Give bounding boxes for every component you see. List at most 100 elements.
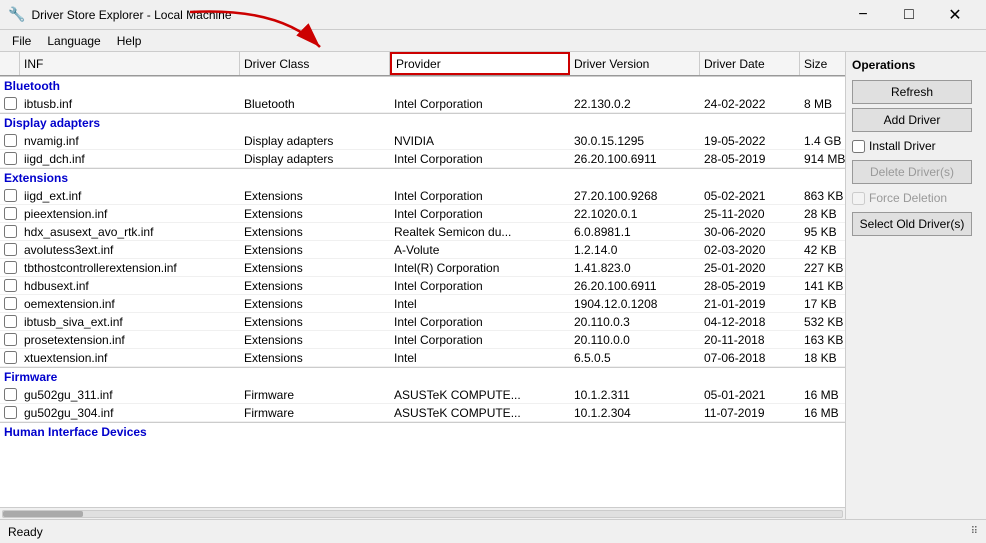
- window-controls: − □ ✕: [840, 0, 978, 30]
- table-row[interactable]: nvamig.infDisplay adaptersNVIDIA30.0.15.…: [0, 132, 845, 150]
- driver-class-cell: Display adapters: [240, 150, 390, 167]
- driver-class-cell: Extensions: [240, 331, 390, 348]
- row-checkbox[interactable]: [4, 279, 17, 292]
- inf-cell: avolutess3ext.inf: [20, 241, 240, 258]
- table-row[interactable]: pieextension.infExtensionsIntel Corporat…: [0, 205, 845, 223]
- provider-cell: Intel(R) Corporation: [390, 259, 570, 276]
- horizontal-scrollbar[interactable]: [0, 507, 845, 519]
- add-driver-button[interactable]: Add Driver: [852, 108, 972, 132]
- driver-version-cell: 20.110.0.0: [570, 331, 700, 348]
- provider-cell: Intel Corporation: [390, 95, 570, 112]
- driver-version-cell: 10.1.2.311: [570, 386, 700, 403]
- maximize-button[interactable]: □: [886, 0, 932, 30]
- window-title: Driver Store Explorer - Local Machine: [31, 8, 840, 22]
- menu-file[interactable]: File: [4, 32, 39, 50]
- row-checkbox[interactable]: [4, 207, 17, 220]
- provider-cell: Intel Corporation: [390, 187, 570, 204]
- provider-cell: Intel Corporation: [390, 313, 570, 330]
- table-row[interactable]: tbthostcontrollerextension.infExtensions…: [0, 259, 845, 277]
- driver-date-cell: 28-05-2019: [700, 277, 800, 294]
- driver-date-cell: 30-06-2020: [700, 223, 800, 240]
- driver-version-cell: 26.20.100.6911: [570, 277, 700, 294]
- inf-cell: ibtusb_siva_ext.inf: [20, 313, 240, 330]
- driver-version-cell: 22.130.0.2: [570, 95, 700, 112]
- provider-cell: Intel: [390, 295, 570, 312]
- driver-version-cell: 30.0.15.1295: [570, 132, 700, 149]
- driver-version-cell: 1.41.823.0: [570, 259, 700, 276]
- row-checkbox[interactable]: [4, 152, 17, 165]
- table-row[interactable]: hdbusext.infExtensionsIntel Corporation2…: [0, 277, 845, 295]
- row-checkbox[interactable]: [4, 297, 17, 310]
- row-checkbox[interactable]: [4, 243, 17, 256]
- delete-drivers-button[interactable]: Delete Driver(s): [852, 160, 972, 184]
- driver-date-cell: 24-02-2022: [700, 95, 800, 112]
- title-bar: 🔧 Driver Store Explorer - Local Machine …: [0, 0, 986, 30]
- force-deletion-checkbox[interactable]: [852, 192, 865, 205]
- install-driver-checkbox[interactable]: [852, 140, 865, 153]
- col-driver-date[interactable]: Driver Date: [700, 52, 800, 75]
- table-row[interactable]: hdx_asusext_avo_rtk.infExtensionsRealtek…: [0, 223, 845, 241]
- size-cell: 42 KB: [800, 241, 845, 258]
- inf-cell: oemextension.inf: [20, 295, 240, 312]
- force-deletion-label[interactable]: Force Deletion: [869, 191, 947, 205]
- size-cell: 16 MB: [800, 404, 845, 421]
- table-row[interactable]: oemextension.infExtensionsIntel1904.12.0…: [0, 295, 845, 313]
- provider-cell: Intel: [390, 349, 570, 366]
- row-checkbox[interactable]: [4, 333, 17, 346]
- driver-date-cell: 25-01-2020: [700, 259, 800, 276]
- menu-language[interactable]: Language: [39, 32, 108, 50]
- provider-cell: ASUSTeK COMPUTE...: [390, 386, 570, 403]
- operations-title: Operations: [852, 58, 980, 72]
- status-bar: Ready ⠿: [0, 519, 986, 543]
- driver-class-cell: Extensions: [240, 187, 390, 204]
- inf-cell: gu502gu_304.inf: [20, 404, 240, 421]
- table-row[interactable]: avolutess3ext.infExtensionsA-Volute1.2.1…: [0, 241, 845, 259]
- driver-version-cell: 26.20.100.6911: [570, 150, 700, 167]
- main-content: INF Driver Class Provider Driver Version…: [0, 52, 986, 519]
- refresh-button[interactable]: Refresh: [852, 80, 972, 104]
- row-checkbox[interactable]: [4, 261, 17, 274]
- driver-class-cell: Extensions: [240, 277, 390, 294]
- inf-cell: prosetextension.inf: [20, 331, 240, 348]
- row-checkbox[interactable]: [4, 315, 17, 328]
- table-row[interactable]: gu502gu_311.infFirmwareASUSTeK COMPUTE..…: [0, 386, 845, 404]
- col-size[interactable]: Size: [800, 52, 846, 75]
- menu-bar: File Language Help: [0, 30, 986, 52]
- inf-cell: xtuextension.inf: [20, 349, 240, 366]
- scrollbar-thumb[interactable]: [3, 511, 83, 517]
- size-cell: 95 KB: [800, 223, 845, 240]
- driver-date-cell: 19-05-2022: [700, 132, 800, 149]
- scrollbar-track[interactable]: [2, 510, 843, 518]
- row-checkbox[interactable]: [4, 134, 17, 147]
- table-row[interactable]: ibtusb_siva_ext.infExtensionsIntel Corpo…: [0, 313, 845, 331]
- install-driver-label[interactable]: Install Driver: [869, 139, 936, 153]
- size-cell: 18 KB: [800, 349, 845, 366]
- minimize-button[interactable]: −: [840, 0, 886, 30]
- inf-cell: nvamig.inf: [20, 132, 240, 149]
- close-button[interactable]: ✕: [932, 0, 978, 30]
- select-old-button[interactable]: Select Old Driver(s): [852, 212, 972, 236]
- inf-cell: gu502gu_311.inf: [20, 386, 240, 403]
- table-row[interactable]: prosetextension.infExtensionsIntel Corpo…: [0, 331, 845, 349]
- col-driver-class[interactable]: Driver Class: [240, 52, 390, 75]
- col-inf[interactable]: INF: [20, 52, 240, 75]
- col-provider[interactable]: Provider: [390, 52, 570, 75]
- menu-help[interactable]: Help: [109, 32, 150, 50]
- driver-version-cell: 20.110.0.3: [570, 313, 700, 330]
- table-row[interactable]: iigd_ext.infExtensionsIntel Corporation2…: [0, 187, 845, 205]
- size-cell: 17 KB: [800, 295, 845, 312]
- row-checkbox[interactable]: [4, 406, 17, 419]
- driver-date-cell: 28-05-2019: [700, 150, 800, 167]
- table-row[interactable]: ibtusb.infBluetoothIntel Corporation22.1…: [0, 95, 845, 113]
- driver-version-cell: 1.2.14.0: [570, 241, 700, 258]
- row-checkbox[interactable]: [4, 351, 17, 364]
- table-row[interactable]: iigd_dch.infDisplay adaptersIntel Corpor…: [0, 150, 845, 168]
- table-row[interactable]: xtuextension.infExtensionsIntel6.5.0.507…: [0, 349, 845, 367]
- row-checkbox[interactable]: [4, 97, 17, 110]
- row-checkbox[interactable]: [4, 189, 17, 202]
- row-checkbox[interactable]: [4, 388, 17, 401]
- driver-version-cell: 10.1.2.304: [570, 404, 700, 421]
- col-driver-version[interactable]: Driver Version: [570, 52, 700, 75]
- row-checkbox[interactable]: [4, 225, 17, 238]
- table-row[interactable]: gu502gu_304.infFirmwareASUSTeK COMPUTE..…: [0, 404, 845, 422]
